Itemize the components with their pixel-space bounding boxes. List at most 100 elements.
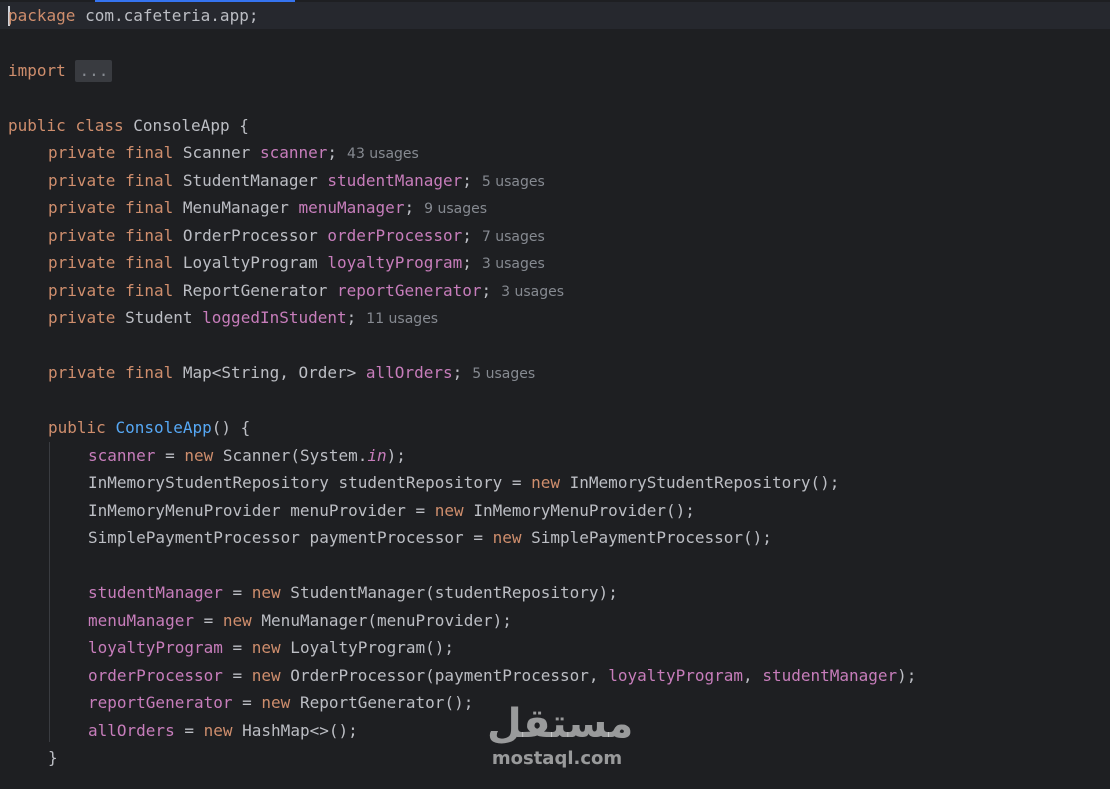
usages-hint[interactable]: 11 usages	[366, 311, 438, 327]
expression: Scanner(System.	[213, 446, 368, 465]
static-field: in	[367, 446, 387, 465]
expression: LoyaltyProgram();	[280, 638, 455, 657]
field-line[interactable]: private final ReportGenerator reportGene…	[0, 277, 1110, 304]
field-line[interactable]: private final StudentManager studentMana…	[0, 167, 1110, 194]
keyword: new	[434, 501, 464, 520]
expression: HashMap<>();	[232, 721, 358, 740]
usages-hint[interactable]: 5 usages	[472, 366, 535, 382]
field-ref: studentManager	[88, 583, 223, 602]
field-line[interactable]: private Student loggedInStudent; 11 usage…	[0, 304, 1110, 331]
body-line[interactable]: SimplePaymentProcessor paymentProcessor …	[0, 524, 1110, 551]
code-line-class[interactable]: public class ConsoleApp {	[0, 112, 1110, 139]
operator: =	[232, 693, 262, 712]
keyword: new	[203, 721, 233, 740]
declaration: InMemoryStudentRepository studentReposit…	[88, 473, 532, 492]
expression: InMemoryMenuProvider();	[463, 501, 695, 520]
brace: {	[229, 116, 249, 135]
watermark-url: mostaql.com	[491, 748, 623, 769]
keyword: new	[184, 446, 214, 465]
body-line[interactable]: InMemoryMenuProvider menuProvider = new …	[0, 497, 1110, 524]
field-name: loyaltyProgram	[327, 253, 463, 272]
expression: );	[897, 666, 917, 685]
modifiers: private final	[48, 281, 174, 300]
operator: =	[222, 666, 252, 685]
field-type: OrderProcessor	[182, 226, 318, 245]
field-type: StudentManager	[182, 171, 318, 190]
expression: StudentManager(studentRepository);	[280, 583, 618, 602]
usages-hint[interactable]: 5 usages	[482, 174, 545, 190]
field-line[interactable]: private final LoyaltyProgram loyaltyProg…	[0, 249, 1110, 276]
field-name: menuManager	[298, 198, 405, 217]
keyword: import	[8, 61, 66, 80]
constructor-name: ConsoleApp	[115, 418, 212, 437]
package-name: com.cafeteria.app;	[75, 6, 259, 25]
keyword: public	[48, 418, 106, 437]
field-ref: studentManager	[762, 666, 898, 685]
body-line[interactable]: studentManager = new StudentManager(stud…	[0, 579, 1110, 606]
field-name: allOrders	[365, 363, 453, 382]
field-type: MenuManager	[182, 198, 289, 217]
usages-hint[interactable]: 7 usages	[482, 229, 545, 245]
body-line[interactable]: loyaltyProgram = new LoyaltyProgram();	[0, 634, 1110, 661]
modifiers: private final	[48, 198, 174, 217]
watermark-logo: مستقل	[487, 701, 634, 747]
keyword: new	[222, 611, 252, 630]
class-name: ConsoleApp	[133, 116, 230, 135]
keyword: new	[261, 693, 291, 712]
field-name: studentManager	[327, 171, 463, 190]
expression: MenuManager(menuProvider);	[251, 611, 512, 630]
params: () {	[211, 418, 251, 437]
field-type: ReportGenerator	[182, 281, 328, 300]
field-line[interactable]: private final Map<String, Order> allOrde…	[0, 359, 1110, 386]
keyword: public	[8, 116, 66, 135]
keyword: class	[75, 116, 124, 135]
expression: ReportGenerator();	[290, 693, 474, 712]
modifiers: private final	[48, 143, 174, 162]
usages-hint[interactable]: 3 usages	[482, 256, 545, 272]
operator: =	[222, 638, 252, 657]
usages-hint[interactable]: 3 usages	[501, 284, 564, 300]
operator: =	[222, 583, 252, 602]
folded-imports[interactable]: ...	[75, 60, 113, 82]
field-line[interactable]: private final Scanner scanner; 43 usages	[0, 139, 1110, 166]
body-line[interactable]: scanner = new Scanner(System.in);	[0, 442, 1110, 469]
expression: );	[386, 446, 406, 465]
field-ref: menuManager	[88, 611, 194, 630]
field-type: Map<String, Order>	[182, 363, 357, 382]
usages-hint[interactable]: 9 usages	[424, 201, 487, 217]
code-line-package[interactable]: package com.cafeteria.app;	[0, 2, 1110, 29]
operator: =	[174, 721, 204, 740]
code-editor[interactable]: package com.cafeteria.app; import ... pu…	[0, 0, 1110, 789]
code-line-constructor[interactable]: public ConsoleApp() {	[0, 414, 1110, 441]
field-type: LoyaltyProgram	[182, 253, 318, 272]
modifiers: private final	[48, 226, 174, 245]
field-line[interactable]: private final MenuManager menuManager; 9 …	[0, 194, 1110, 221]
declaration: InMemoryMenuProvider menuProvider =	[88, 501, 435, 520]
modifiers: private final	[48, 363, 174, 382]
body-line[interactable]: menuManager = new MenuManager(menuProvid…	[0, 607, 1110, 634]
field-ref: reportGenerator	[88, 693, 233, 712]
watermark: مستقل mostaql.com	[487, 700, 634, 780]
keyword: new	[251, 666, 281, 685]
usages-hint[interactable]: 43 usages	[347, 146, 419, 162]
brace: }	[48, 748, 58, 767]
keyword: package	[8, 6, 76, 25]
expression: ,	[743, 666, 763, 685]
body-line[interactable]: InMemoryStudentRepository studentReposit…	[0, 469, 1110, 496]
field-name: scanner	[259, 143, 328, 162]
expression: InMemoryStudentRepository();	[560, 473, 840, 492]
field-ref: scanner	[88, 446, 156, 465]
operator: =	[155, 446, 185, 465]
modifiers: private final	[48, 253, 174, 272]
declaration: SimplePaymentProcessor paymentProcessor …	[88, 528, 493, 547]
field-name: loggedInStudent	[202, 308, 347, 327]
field-ref: loyaltyProgram	[88, 638, 223, 657]
field-line[interactable]: private final OrderProcessor orderProces…	[0, 222, 1110, 249]
keyword: new	[531, 473, 561, 492]
body-line[interactable]: orderProcessor = new OrderProcessor(paym…	[0, 662, 1110, 689]
keyword: new	[251, 638, 281, 657]
modifiers: private final	[48, 171, 174, 190]
field-type: Scanner	[182, 143, 251, 162]
expression: OrderProcessor(paymentProcessor,	[280, 666, 609, 685]
code-line-import[interactable]: import ...	[0, 57, 1110, 84]
